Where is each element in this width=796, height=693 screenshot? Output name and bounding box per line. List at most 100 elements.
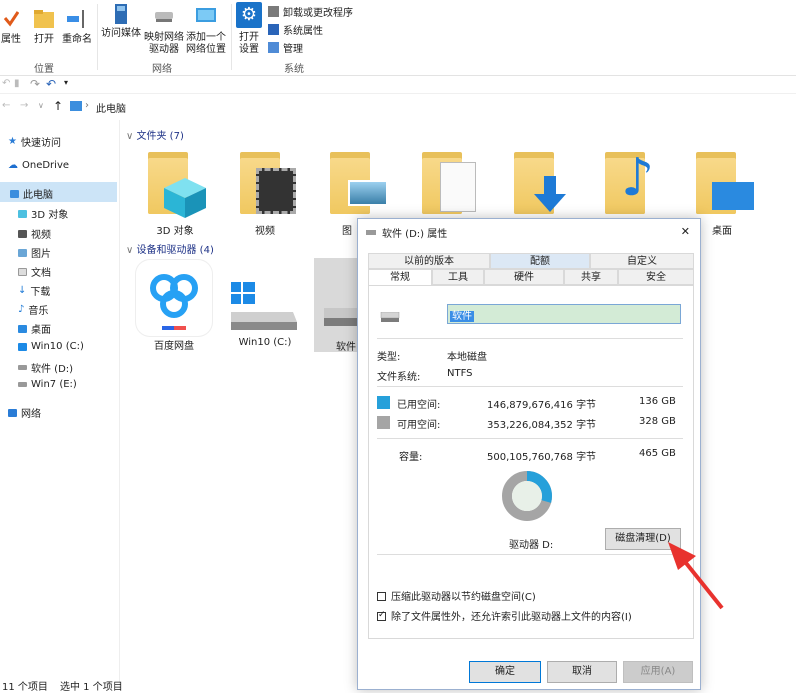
nav-item-downloads[interactable]: ↓ 下载 <box>18 283 50 298</box>
nav-item-documents[interactable]: 文档 <box>18 264 51 279</box>
system-properties-button[interactable]: 系统属性 <box>268 22 323 37</box>
folder-pictures[interactable] <box>330 152 388 214</box>
nav-label: 下载 <box>30 287 51 298</box>
add-network-location-button[interactable]: 添加一个 网络位置 <box>184 6 228 56</box>
tab-tools[interactable]: 工具 <box>432 269 484 285</box>
drive-properties-dialog: 软件 (D:) 属性 ✕ 以前的版本 配额 自定义 常规 工具 硬件 共享 安全… <box>357 218 701 690</box>
nav-item-desktop[interactable]: 桌面 <box>18 321 51 336</box>
annotation-arrow-icon <box>668 542 724 610</box>
software-drive-tile[interactable]: 软件 <box>314 258 358 353</box>
map-drive-button[interactable]: 映射网络 驱动器 <box>142 6 186 56</box>
folders-section-header[interactable]: ∨ 文件夹 (7) <box>126 127 184 142</box>
nav-item-win10[interactable]: Win10 (C:) <box>18 341 84 352</box>
chevron-down-icon[interactable]: ▾ <box>64 78 68 87</box>
device-label: Win10 (C:) <box>238 337 292 348</box>
address-bar: ← → ∨ ↑ › 此电脑 <box>0 96 796 118</box>
folder-documents[interactable] <box>422 152 478 214</box>
nav-item-pictures[interactable]: 图片 <box>18 245 51 260</box>
access-media-button[interactable]: 访问媒体 <box>100 2 142 40</box>
nav-item-software-drive[interactable]: 软件 (D:) <box>18 360 73 375</box>
folder-videos[interactable] <box>240 152 296 214</box>
win10-drive-tile[interactable] <box>229 282 299 332</box>
add-location-label-2: 网络位置 <box>186 44 226 55</box>
tab-sharing[interactable]: 共享 <box>564 269 618 285</box>
tab-quota[interactable]: 配额 <box>490 253 590 269</box>
undo-icon[interactable]: ↶ <box>2 78 10 89</box>
divider <box>377 338 683 339</box>
folder-desktop[interactable] <box>696 152 754 214</box>
nav-label: 文档 <box>31 268 51 279</box>
breadcrumb[interactable]: 此电脑 <box>96 100 126 115</box>
properties-label: 属性 <box>1 34 21 45</box>
up-icon[interactable]: ↑ <box>53 99 63 113</box>
drive-name-input[interactable]: 软件 <box>447 304 681 324</box>
devices-header-label: 设备和驱动器 (4) <box>136 245 214 256</box>
cube-icon <box>18 209 27 218</box>
history-chevron-icon[interactable]: ∨ <box>38 101 44 110</box>
back-arrow-icon[interactable]: ↶ <box>46 77 56 91</box>
status-bar: 11 个项目 选中 1 个项目 <box>0 678 796 693</box>
compress-checkbox[interactable]: 压缩此驱动器以节约磁盘空间(C) <box>377 588 536 603</box>
used-space-swatch <box>377 396 390 409</box>
tab-previous-versions[interactable]: 以前的版本 <box>368 253 490 269</box>
download-arrow-icon <box>534 176 566 212</box>
nav-label: Win7 (E:) <box>31 379 77 390</box>
nav-item-win7[interactable]: Win7 (E:) <box>18 379 77 390</box>
tab-security[interactable]: 安全 <box>618 269 694 285</box>
properties-button[interactable]: 属性 <box>0 8 22 46</box>
tab-customize[interactable]: 自定义 <box>590 253 694 269</box>
manage-button[interactable]: 管理 <box>268 40 303 55</box>
drive-name-value: 软件 <box>450 311 474 322</box>
free-space-gb: 328 GB <box>639 416 676 427</box>
nav-item-network[interactable]: 网络 <box>8 405 41 420</box>
nav-item-onedrive[interactable]: ☁ OneDrive <box>8 160 69 171</box>
folder-3d-objects[interactable] <box>148 152 206 218</box>
tab-hardware[interactable]: 硬件 <box>484 269 564 285</box>
nav-label: 快速访问 <box>20 138 61 149</box>
uninstall-button[interactable]: 卸载或更改程序 <box>268 4 353 19</box>
rename-label: 重命名 <box>62 34 92 45</box>
nav-item-music[interactable]: ♪ 音乐 <box>18 302 48 317</box>
forward-icon[interactable]: → <box>20 100 28 111</box>
tab-general[interactable]: 常规 <box>368 269 432 286</box>
back-icon[interactable]: ← <box>2 100 10 111</box>
folder-label: 视频 <box>255 226 275 237</box>
open-button[interactable]: 打开 <box>30 8 58 46</box>
divider <box>377 386 683 387</box>
free-space-label: 可用空间: <box>397 420 441 431</box>
open-settings-button[interactable]: ⚙ 打开 设置 <box>234 2 264 56</box>
open-label: 打开 <box>34 34 54 45</box>
delete-icon[interactable]: ▮ <box>14 78 20 89</box>
nav-label: 网络 <box>21 409 41 420</box>
desktop-icon <box>712 182 754 210</box>
redo-icon[interactable]: ↷ <box>30 77 40 91</box>
nav-label: 音乐 <box>28 306 49 317</box>
general-tab-panel: 软件 类型: 本地磁盘 文件系统: NTFS 已用空间: 146,879,676… <box>368 285 694 639</box>
media-icon <box>109 2 133 24</box>
nav-item-videos[interactable]: 视频 <box>18 226 51 241</box>
add-location-label-1: 添加一个 <box>186 32 226 43</box>
nav-label: 此电脑 <box>23 190 53 201</box>
divider <box>377 438 683 439</box>
nav-label: 3D 对象 <box>31 210 69 221</box>
folder-music[interactable]: ♪ <box>605 148 661 214</box>
devices-section-header[interactable]: ∨ 设备和驱动器 (4) <box>126 241 214 256</box>
cloud-icon: ☁ <box>8 160 18 171</box>
drive-letter-label: 驱动器 D: <box>509 540 554 551</box>
baidu-netdisk-tile[interactable] <box>136 260 212 336</box>
group-network-label: 网络 <box>152 64 172 75</box>
film-icon <box>18 229 27 238</box>
index-checkbox[interactable]: ✓ 除了文件属性外，还允许索引此驱动器上文件的内容(I) <box>377 608 632 623</box>
chevron-down-icon: ∨ <box>126 131 137 142</box>
nav-item-this-pc[interactable]: 此电脑 <box>10 186 53 201</box>
nav-item-3d-objects[interactable]: 3D 对象 <box>18 206 68 221</box>
folder-downloads[interactable] <box>514 152 570 214</box>
close-button[interactable]: ✕ <box>681 225 690 238</box>
nav-item-quick-access[interactable]: ★ 快速访问 <box>8 134 61 149</box>
drive-icon <box>366 229 376 235</box>
baidu-netdisk-logo-icon <box>150 274 198 330</box>
windows-drive-icon <box>231 282 297 330</box>
monitor-network-icon <box>194 6 218 28</box>
rename-button[interactable]: 重命名 <box>62 8 92 46</box>
selected-count: 选中 1 个项目 <box>60 682 123 693</box>
